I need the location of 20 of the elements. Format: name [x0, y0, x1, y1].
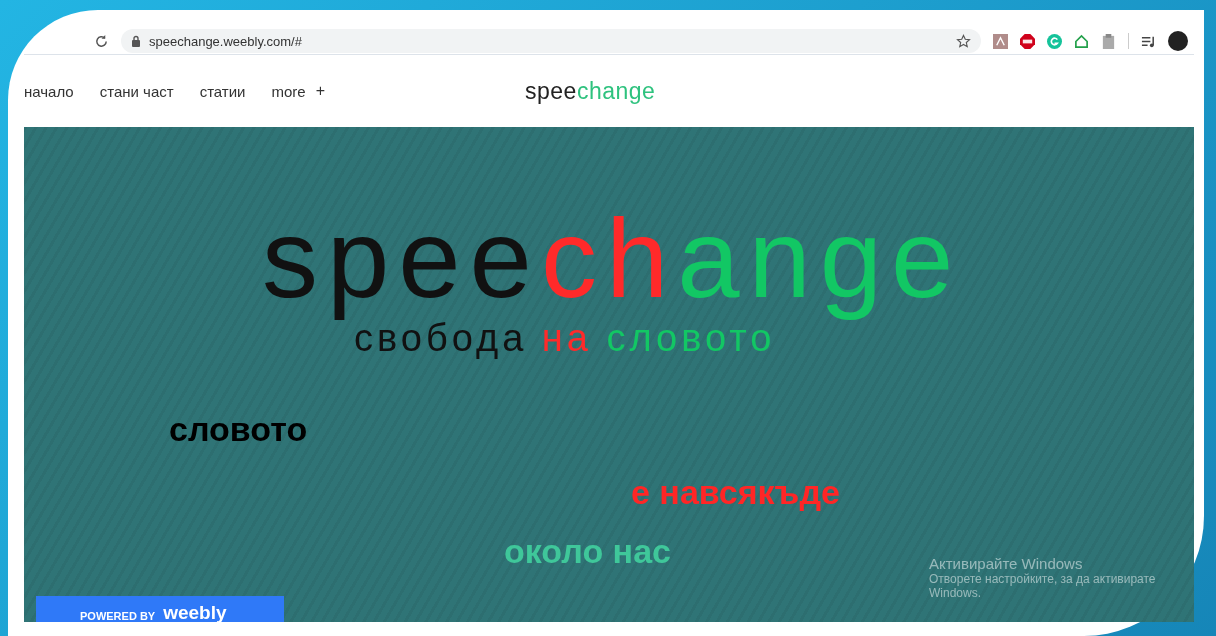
lock-icon	[131, 35, 141, 47]
activation-text: Отворете настройките, за да активирате Windows.	[929, 572, 1157, 600]
nav-link[interactable]: стани част	[99, 82, 174, 100]
adblock-icon[interactable]	[1020, 33, 1035, 49]
hero-text: словото	[169, 410, 308, 449]
profile-avatar[interactable]	[1168, 31, 1188, 51]
expand-sign[interactable]: +	[315, 82, 325, 100]
hero-text: около нас	[504, 532, 671, 571]
activation-title: Активирайте Windows	[929, 555, 1084, 572]
reload-icon[interactable]	[94, 33, 109, 49]
clipboard-icon[interactable]	[1101, 33, 1116, 49]
address-bar[interactable]: speechange.weebly.com/#	[121, 29, 981, 53]
hero-text: е навсякъде	[631, 473, 840, 512]
nav-link[interactable]: статии	[199, 82, 246, 100]
star-icon[interactable]	[956, 33, 971, 49]
nav-link[interactable]: more	[271, 82, 306, 100]
house-icon[interactable]	[1074, 33, 1089, 49]
nav-link[interactable]: начало	[24, 82, 74, 100]
site-logo[interactable]: speechange	[525, 77, 656, 105]
pdf-extension-icon[interactable]	[993, 33, 1008, 49]
